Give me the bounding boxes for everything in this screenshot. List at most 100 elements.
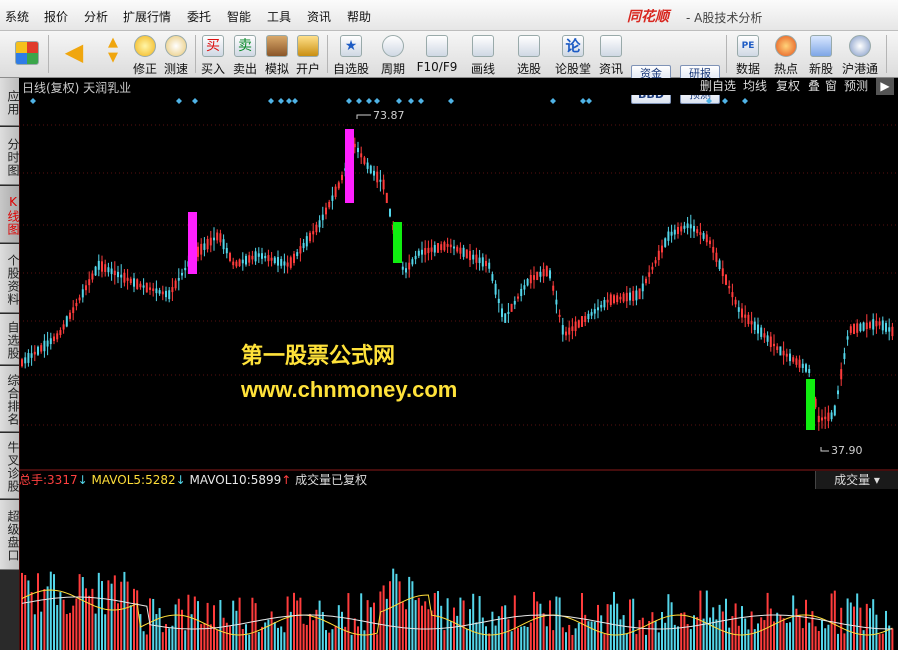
- signal-bar-magenta: [188, 212, 197, 274]
- volume-bar: [286, 596, 289, 650]
- signal-diamond: [550, 98, 556, 104]
- volume-bar: [161, 632, 164, 650]
- menu-extended-quote[interactable]: 扩展行情: [123, 8, 171, 25]
- stock-picker-button[interactable]: 选股: [510, 33, 548, 76]
- candle-body: [632, 290, 635, 302]
- sidebar-item-ranking[interactable]: 综合排名: [0, 366, 20, 432]
- candle-body: [341, 174, 343, 181]
- candle-body: [619, 296, 622, 300]
- forecast-tab[interactable]: 预测: [844, 78, 868, 95]
- expand-arrow-icon[interactable]: ▶: [876, 78, 894, 95]
- volume-bar: [437, 591, 439, 650]
- indicator-selector[interactable]: 成交量 ▾: [815, 471, 898, 489]
- volume-bar: [581, 593, 583, 650]
- sidebar-item-intraday[interactable]: 分时图: [0, 127, 20, 185]
- watchlist-button[interactable]: ★ 自选股: [331, 33, 371, 76]
- signal-bar-green: [806, 379, 815, 430]
- volume-bar: [120, 581, 123, 650]
- signal-diamond: [268, 98, 274, 104]
- menu-help[interactable]: 帮助: [347, 8, 371, 25]
- data-button[interactable]: PE 数据: [733, 33, 763, 76]
- candle-body: [827, 412, 830, 422]
- volume-bar: [683, 612, 686, 650]
- volume-bar: [75, 598, 78, 650]
- volume-bar: [488, 633, 491, 650]
- back-button[interactable]: ◀: [56, 33, 92, 76]
- hotspot-button[interactable]: 热点: [771, 33, 801, 76]
- candle-body: [750, 320, 753, 325]
- candle-body: [158, 290, 161, 294]
- candle-body: [91, 273, 94, 280]
- candle-body: [142, 285, 145, 288]
- kline-chart[interactable]: 73.87 37.90: [19, 95, 898, 650]
- signal-diamond: [448, 98, 454, 104]
- volume-bar: [872, 599, 875, 650]
- forum-button[interactable]: 论论股堂: [553, 33, 593, 76]
- hk-connect-button[interactable]: 沪港通: [840, 33, 880, 76]
- news-icon: [600, 35, 622, 57]
- sidebar-item-profile[interactable]: 个股资料: [0, 244, 20, 313]
- volume-bar: [549, 600, 551, 650]
- candle-body: [529, 274, 532, 284]
- draw-line-button[interactable]: 画线: [465, 33, 501, 76]
- volume-bar: [325, 630, 327, 650]
- menu-tools[interactable]: 工具: [267, 8, 291, 25]
- candle-body: [437, 243, 439, 253]
- volume-bar: [315, 609, 318, 650]
- sidebar-item-kline[interactable]: K线图: [0, 186, 20, 243]
- menu-news[interactable]: 资讯: [307, 8, 331, 25]
- candle-body: [731, 292, 734, 298]
- sidebar-item-super-panel[interactable]: 超级盘口: [0, 500, 20, 570]
- total-volume-value: 3317: [47, 473, 78, 487]
- candle-body: [337, 182, 340, 189]
- new-ipo-button[interactable]: 新股: [806, 33, 836, 76]
- star-icon: ★: [340, 35, 362, 57]
- candle-body: [117, 271, 119, 278]
- volume-bar: [305, 624, 308, 650]
- sidebar-item-apps[interactable]: 应用: [0, 78, 20, 126]
- signal-diamond: [278, 98, 284, 104]
- ma-button[interactable]: 均线: [743, 78, 767, 95]
- speed-test-button[interactable]: 测速: [162, 33, 190, 76]
- repair-button[interactable]: 修正: [131, 33, 159, 76]
- adjust-button[interactable]: 复权: [776, 78, 800, 95]
- candle-body: [862, 322, 865, 331]
- menu-quote[interactable]: 报价: [44, 8, 68, 25]
- volume-bar: [283, 632, 286, 650]
- candle-body: [65, 316, 68, 327]
- candle-body: [459, 247, 462, 254]
- sidebar-item-diagnosis[interactable]: 牛叉诊股: [0, 433, 20, 499]
- candle-body: [453, 246, 455, 249]
- volume-bar: [27, 580, 30, 650]
- buy-button[interactable]: 买买入: [199, 33, 227, 76]
- candle-body: [789, 353, 791, 362]
- volume-bar: [510, 631, 513, 650]
- window-button[interactable]: 窗: [825, 78, 837, 95]
- candle-body: [801, 363, 804, 368]
- candle-body: [757, 324, 759, 334]
- menu-smart[interactable]: 智能: [227, 8, 251, 25]
- menu-trade[interactable]: 委托: [187, 8, 211, 25]
- forum-icon: 论: [562, 35, 584, 57]
- volume-bar: [718, 604, 721, 650]
- overlay-button[interactable]: 叠: [808, 78, 820, 95]
- sell-button[interactable]: 卖卖出: [231, 33, 259, 76]
- candle-body: [779, 346, 782, 356]
- simulate-button[interactable]: 模拟: [263, 33, 291, 76]
- period-button[interactable]: 周期: [376, 33, 410, 76]
- menu-analysis[interactable]: 分析: [84, 8, 108, 25]
- scroll-button[interactable]: ▲ ▼: [101, 33, 125, 76]
- windows-button[interactable]: [12, 33, 42, 76]
- candle-body: [741, 308, 743, 318]
- candle-body: [661, 245, 663, 253]
- candle-body: [763, 333, 766, 338]
- candle-body: [881, 320, 884, 331]
- f10-button[interactable]: F10/F9: [416, 33, 458, 76]
- news-button[interactable]: 资讯: [597, 33, 625, 76]
- candle-body: [744, 314, 747, 318]
- remove-watchlist-button[interactable]: 删自选: [700, 78, 736, 95]
- volume-bar: [453, 607, 455, 650]
- menu-system[interactable]: 系统: [5, 8, 29, 25]
- sidebar-item-watchlist[interactable]: 自选股: [0, 314, 20, 365]
- open-account-button[interactable]: 开户: [294, 33, 322, 76]
